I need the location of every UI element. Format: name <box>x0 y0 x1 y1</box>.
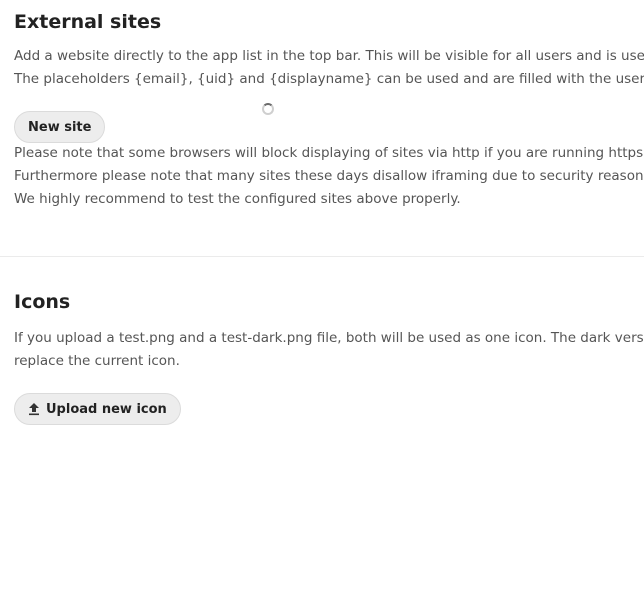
external-sites-notes: Please note that some browsers will bloc… <box>14 142 644 211</box>
external-sites-description-line: Add a website directly to the app list i… <box>14 48 644 64</box>
new-site-button[interactable]: New site <box>14 111 106 143</box>
settings-page: External sites Add a website directly to… <box>0 0 644 610</box>
icons-description: If you upload a test.png and a test-dark… <box>14 327 644 373</box>
icons-description-line: replace the current icon. <box>14 353 180 369</box>
external-sites-description-line: The placeholders {email}, {uid} and {dis… <box>14 71 644 87</box>
external-sites-description: Add a website directly to the app list i… <box>14 45 644 91</box>
note-line: Please note that some browsers will bloc… <box>14 145 644 161</box>
external-sites-section: External sites Add a website directly to… <box>0 0 644 246</box>
upload-new-icon-button[interactable]: Upload new icon <box>14 393 181 425</box>
external-sites-title: External sites <box>14 11 162 33</box>
section-divider <box>0 256 644 257</box>
icons-title: Icons <box>14 291 71 313</box>
icons-section: Icons If you upload a test.png and a tes… <box>0 290 644 425</box>
note-line: Furthermore please note that many sites … <box>14 168 644 184</box>
note-line: We highly recommend to test the configur… <box>14 191 461 207</box>
loading-spinner-icon <box>262 103 274 115</box>
icons-description-line: If you upload a test.png and a test-dark… <box>14 330 644 346</box>
upload-new-icon-label: Upload new icon <box>46 401 167 417</box>
upload-icon <box>29 403 39 416</box>
